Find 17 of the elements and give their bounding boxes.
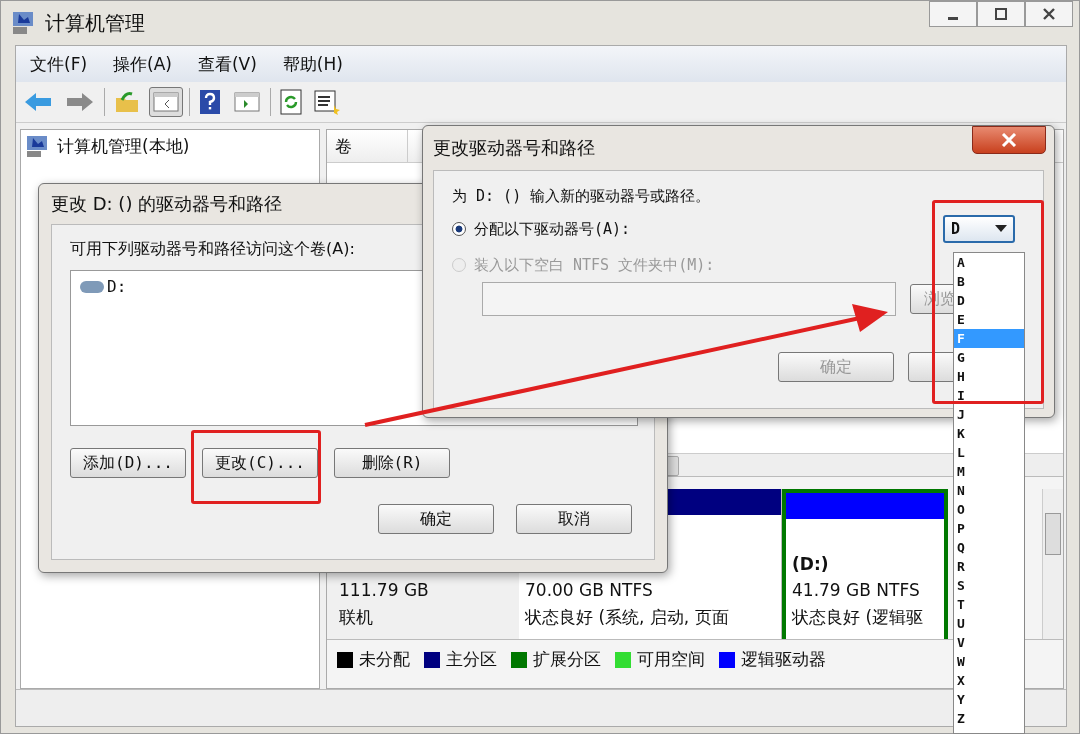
legend-label: 扩展分区	[533, 648, 601, 671]
window-title: 计算机管理	[45, 9, 145, 37]
partition-status: 状态良好 (系统, 启动, 页面	[525, 606, 730, 629]
partition-size: 41.79 GB NTFS	[792, 580, 921, 600]
partition-size: 70.00 GB NTFS	[525, 580, 654, 600]
dialog-title: 更改 D: () 的驱动器号和路径	[51, 192, 283, 216]
legend-label: 主分区	[446, 648, 497, 671]
partition-label: (D:)	[792, 554, 830, 574]
legend-label: 未分配	[359, 648, 410, 671]
partition-status: 状态良好 (逻辑驱	[792, 606, 925, 629]
disk-status: 联机	[339, 606, 374, 629]
legend-label: 逻辑驱动器	[741, 648, 826, 671]
list-label: 可用下列驱动器号和路径访问这个卷(A):	[70, 239, 356, 260]
disk-size: 111.79 GB	[339, 580, 430, 600]
dialog-title: 更改驱动器号和路径	[433, 136, 595, 160]
legend-label: 可用空间	[637, 648, 705, 671]
prompt-text: 为 D: () 输入新的驱动器号或路径。	[452, 187, 712, 206]
